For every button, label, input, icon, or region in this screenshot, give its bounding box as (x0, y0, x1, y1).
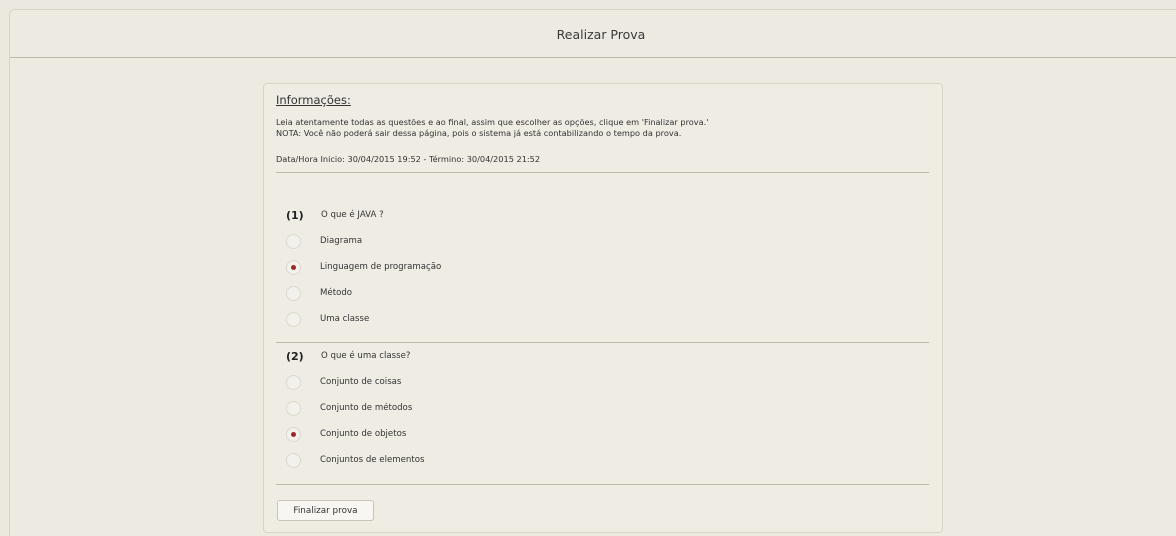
radio-button[interactable] (286, 452, 301, 468)
radio-button[interactable] (286, 233, 301, 249)
exam-time-range: Data/Hora Inicio: 30/04/2015 19:52 - Tér… (276, 154, 541, 164)
finalizar-prova-button[interactable]: Finalizar prova (277, 500, 374, 521)
info-note: NOTA: Você não poderá sair dessa página,… (276, 128, 682, 138)
question-text: O que é uma classe? (321, 351, 411, 361)
divider (276, 172, 929, 173)
option-label: Conjuntos de elementos (320, 455, 425, 465)
option-label: Conjunto de coisas (320, 377, 402, 387)
question-number: (1) (286, 209, 304, 222)
option-label: Diagrama (320, 236, 363, 246)
radio-button[interactable] (286, 400, 301, 416)
question-number: (2) (286, 350, 304, 363)
option-label: Uma classe (320, 314, 370, 324)
option-label: Linguagem de programação (320, 262, 442, 272)
option-label: Conjunto de objetos (320, 429, 407, 439)
option-q1-uma-classe[interactable]: Uma classe (286, 311, 369, 327)
info-title: Informações: (276, 93, 351, 107)
radio-button-selected[interactable] (286, 259, 301, 275)
option-q1-linguagem[interactable]: Linguagem de programação (286, 259, 441, 275)
radio-button[interactable] (286, 311, 301, 327)
radio-selected-dot (291, 264, 296, 270)
divider (276, 342, 929, 343)
page-title: Realizar Prova (556, 27, 646, 42)
radio-button[interactable] (286, 285, 301, 301)
option-label: Conjunto de métodos (320, 403, 413, 413)
option-q2-objetos[interactable]: Conjunto de objetos (286, 426, 406, 442)
option-q1-metodo[interactable]: Método (286, 285, 352, 301)
question-text: O que é JAVA ? (321, 210, 384, 220)
exam-panel: Informações: Leia atentamente todas as q… (263, 83, 943, 533)
page-header: Realizar Prova (10, 10, 1176, 58)
option-q2-metodos[interactable]: Conjunto de métodos (286, 400, 412, 416)
page-container: Realizar Prova Informações: Leia atentam… (9, 9, 1176, 536)
option-q2-coisas[interactable]: Conjunto de coisas (286, 374, 401, 390)
divider (276, 484, 929, 485)
radio-button-selected[interactable] (286, 426, 301, 442)
radio-button[interactable] (286, 374, 301, 390)
info-text: Leia atentamente todas as questões e ao … (276, 117, 709, 139)
radio-selected-dot (291, 431, 296, 437)
option-label: Método (320, 288, 353, 298)
option-q2-elementos[interactable]: Conjuntos de elementos (286, 452, 424, 468)
option-q1-diagrama[interactable]: Diagrama (286, 233, 362, 249)
info-instructions: Leia atentamente todas as questões e ao … (276, 117, 709, 127)
